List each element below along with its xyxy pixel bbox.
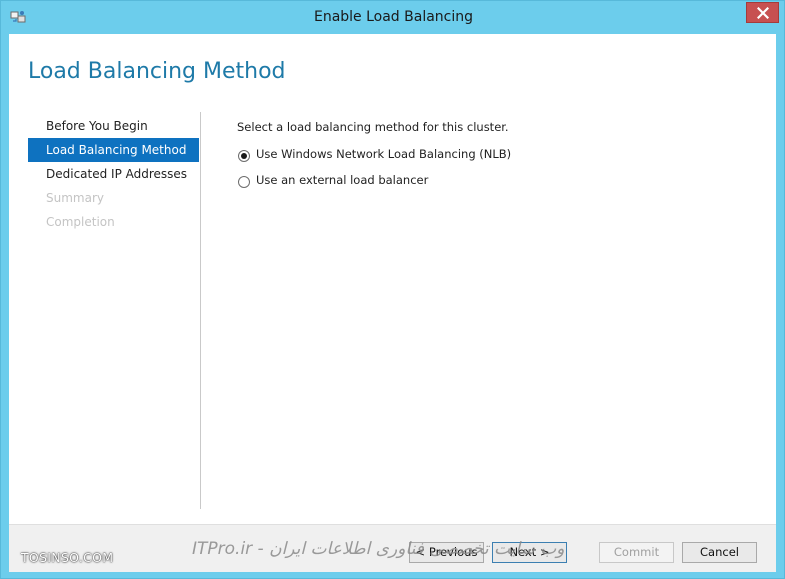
method-prompt: Select a load balancing method for this … [237,120,509,134]
method-panel: Select a load balancing method for this … [237,120,757,196]
radio-external-balancer[interactable] [238,176,250,188]
option-external-balancer[interactable]: Use an external load balancer [237,170,757,196]
wizard-window: Enable Load Balancing Load Balancing Met… [0,0,785,579]
option-external-balancer-label[interactable]: Use an external load balancer [256,173,428,187]
option-windows-nlb-label[interactable]: Use Windows Network Load Balancing (NLB) [256,147,511,161]
watermark-left: TOSINSO.COM [21,550,114,565]
wizard-step-list: Before You Begin Load Balancing Method D… [28,114,199,234]
step-load-balancing-method[interactable]: Load Balancing Method [28,138,199,162]
step-completion: Completion [46,215,115,229]
page-title: Load Balancing Method [28,59,286,84]
window-title: Enable Load Balancing [313,9,474,25]
option-windows-nlb[interactable]: Use Windows Network Load Balancing (NLB) [237,144,757,170]
nav-divider [200,112,201,509]
title-bar[interactable]: Enable Load Balancing [1,1,785,33]
step-summary: Summary [46,191,104,205]
close-icon [757,7,769,19]
commit-button: Commit [599,542,674,563]
cancel-button[interactable]: Cancel [682,542,757,563]
wizard-client-area: Load Balancing Method Before You Begin L… [9,34,776,572]
step-dedicated-ip-addresses[interactable]: Dedicated IP Addresses [28,162,199,186]
step-before-you-begin[interactable]: Before You Begin [28,114,199,138]
watermark-right: وب سایت تخصصی فناوری اطلاعات ایران - ITP… [192,539,565,559]
close-button[interactable] [746,2,779,23]
radio-windows-nlb[interactable] [238,150,250,162]
